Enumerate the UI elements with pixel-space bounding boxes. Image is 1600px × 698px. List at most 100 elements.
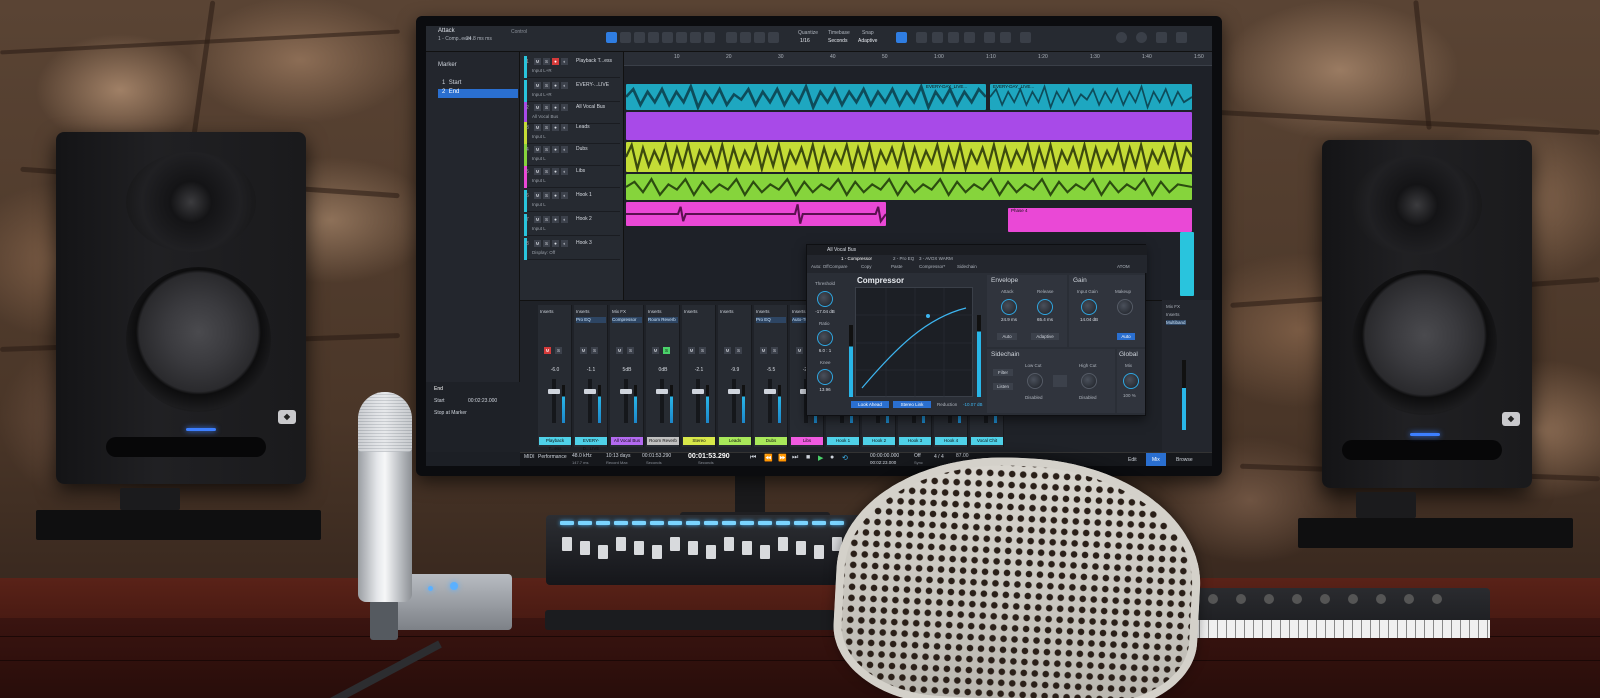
forward-icon[interactable]: ⏩ (778, 454, 787, 462)
filter-shape-icon[interactable] (1053, 375, 1067, 387)
track-input[interactable]: All Vocal Bus (532, 114, 558, 119)
mute-button[interactable]: M (724, 347, 731, 354)
look-ahead-button[interactable]: Look Ahead (851, 401, 889, 408)
fader-cap[interactable] (656, 389, 668, 394)
solo-button[interactable]: S (543, 104, 550, 111)
track-input[interactable]: Input L+R (532, 68, 552, 73)
main-time-display[interactable]: 00:01:53.290 (688, 453, 730, 460)
solo-button[interactable]: S (663, 347, 670, 354)
nudge-tool-icon[interactable] (726, 32, 737, 43)
paint-tool-icon[interactable] (662, 32, 673, 43)
mute-button[interactable]: M (796, 347, 803, 354)
stop-at-marker-label[interactable]: Stop at Marker (434, 410, 467, 416)
audio-clip[interactable] (626, 174, 1192, 200)
fader-cap[interactable] (620, 389, 632, 394)
audio-clip[interactable]: EVERY-DAY_LIVE... (990, 84, 1192, 110)
track-name[interactable]: Hook 3 (576, 240, 592, 246)
makeup-auto-button[interactable]: Auto (1117, 333, 1135, 340)
stop-icon[interactable]: ■ (806, 454, 810, 461)
channel-name[interactable]: Vocal Chit (971, 437, 1003, 445)
metronome-icon[interactable] (768, 32, 779, 43)
record-arm-button[interactable]: ● (552, 240, 559, 247)
split-tool-icon[interactable] (634, 32, 645, 43)
timebase-value[interactable]: Seconds (828, 38, 847, 44)
audio-clip[interactable]: EVERY-DAY_LIVE... (626, 84, 986, 110)
copy-button[interactable]: Copy (861, 264, 872, 269)
channel-name[interactable]: Playback T...ess (539, 437, 571, 451)
track-name[interactable]: EVERY-...LIVE (576, 82, 609, 88)
channel-name[interactable]: Stereo (683, 437, 715, 445)
loop-icon[interactable]: ⟲ (842, 454, 848, 462)
monitor-button[interactable]: ◐ (561, 216, 568, 223)
knee-knob[interactable] (817, 369, 833, 385)
track-input[interactable]: Input L+R (532, 92, 552, 97)
monitor-button[interactable]: ◐ (561, 124, 568, 131)
auto-release-button[interactable]: Auto (997, 333, 1017, 340)
makeup-knob[interactable] (1117, 299, 1133, 315)
monitor-button[interactable]: ◐ (561, 58, 568, 65)
filter-button[interactable]: Filter (993, 369, 1013, 376)
track-header[interactable]: M S ● ◐ EVERY-...LIVE Input L+R (524, 80, 620, 102)
channel-name[interactable]: Hook 1 (827, 437, 859, 445)
record-arm-button[interactable]: ● (552, 168, 559, 175)
track-header[interactable]: 2 M S ● ◐ All Vocal Bus All Vocal Bus (524, 102, 620, 124)
mute-button[interactable]: M (534, 58, 541, 65)
solo-button[interactable]: S (543, 82, 550, 89)
monitor-button[interactable]: ◐ (561, 104, 568, 111)
solo-button[interactable]: S (555, 347, 562, 354)
record-icon[interactable]: ● (830, 454, 834, 461)
play-icon[interactable]: ▶ (818, 454, 823, 462)
plugin-tab-3[interactable]: 3 - AVOX WARM (919, 256, 953, 261)
track-header[interactable]: 1 M S ● ◐ Playback T...ess Input L+R (524, 56, 620, 78)
attack-knob[interactable] (1001, 299, 1017, 315)
redo-icon[interactable] (964, 32, 975, 43)
fader-cap[interactable] (584, 389, 596, 394)
track-header[interactable]: 7 M S ● ◐ Hook 2 Input L (524, 214, 620, 236)
mute-button[interactable]: M (534, 104, 541, 111)
mute-button[interactable]: M (688, 347, 695, 354)
input-gain-knob[interactable] (1081, 299, 1097, 315)
help-icon[interactable] (984, 32, 995, 43)
fader-cap[interactable] (692, 389, 704, 394)
end-icon[interactable]: ⏭ (792, 454, 798, 462)
preset-name[interactable]: Compressor* (919, 264, 945, 269)
mute-button[interactable]: M (544, 347, 551, 354)
compressor-plugin-window[interactable]: All Vocal Bus 1 - Compressor 2 - Pro EQ … (806, 244, 1147, 416)
layout-icon[interactable] (1000, 32, 1011, 43)
fader-cap[interactable] (728, 389, 740, 394)
track-header[interactable]: 3 M S ● ◐ Leads Input L (524, 122, 620, 144)
track-name[interactable]: Libs (576, 168, 585, 174)
solo-button[interactable]: S (543, 124, 550, 131)
listen-tool-icon[interactable] (704, 32, 715, 43)
mute-button[interactable]: M (580, 347, 587, 354)
track-input[interactable]: Display: Off (532, 250, 555, 255)
back-icon[interactable]: ⏪ (764, 454, 773, 462)
fader-cap[interactable] (764, 389, 776, 394)
solo-button[interactable]: S (543, 58, 550, 65)
solo-button[interactable]: S (543, 216, 550, 223)
mute-button[interactable]: M (534, 168, 541, 175)
snap-value[interactable]: Adaptive (858, 38, 877, 44)
quantize-value[interactable]: 1/16 (800, 38, 810, 44)
channel-name[interactable]: Room Reverb (647, 437, 679, 445)
listen-button[interactable]: Listen (993, 383, 1013, 390)
mute-button[interactable]: M (534, 82, 541, 89)
zoom-tool-icon[interactable] (740, 32, 751, 43)
solo-button[interactable]: S (591, 347, 598, 354)
track-input[interactable]: Input L (532, 156, 546, 161)
plugin-tab-1[interactable]: 1 - Compressor (841, 256, 872, 261)
settings-icon[interactable] (1136, 32, 1147, 43)
plugin-tab-2[interactable]: 2 - Pro EQ (893, 256, 914, 261)
sidechain-toggle[interactable]: Sidechain (957, 264, 977, 269)
home-icon[interactable] (1156, 32, 1167, 43)
track-name[interactable]: Hook 1 (576, 192, 592, 198)
loop-start-time[interactable]: 00:00:00.000 (870, 453, 899, 459)
loop-end-time[interactable]: 00:02:23.000 (870, 460, 896, 465)
snap-toggle-icon[interactable] (896, 32, 907, 43)
audio-clip[interactable]: Phase 4 (1008, 208, 1192, 232)
grid-icon[interactable] (916, 32, 927, 43)
record-arm-button[interactable]: ● (552, 124, 559, 131)
insert-plugin-slot[interactable]: Pro EQ (756, 317, 786, 323)
track-input[interactable]: Input L (532, 178, 546, 183)
track-name[interactable]: Leads (576, 124, 590, 130)
